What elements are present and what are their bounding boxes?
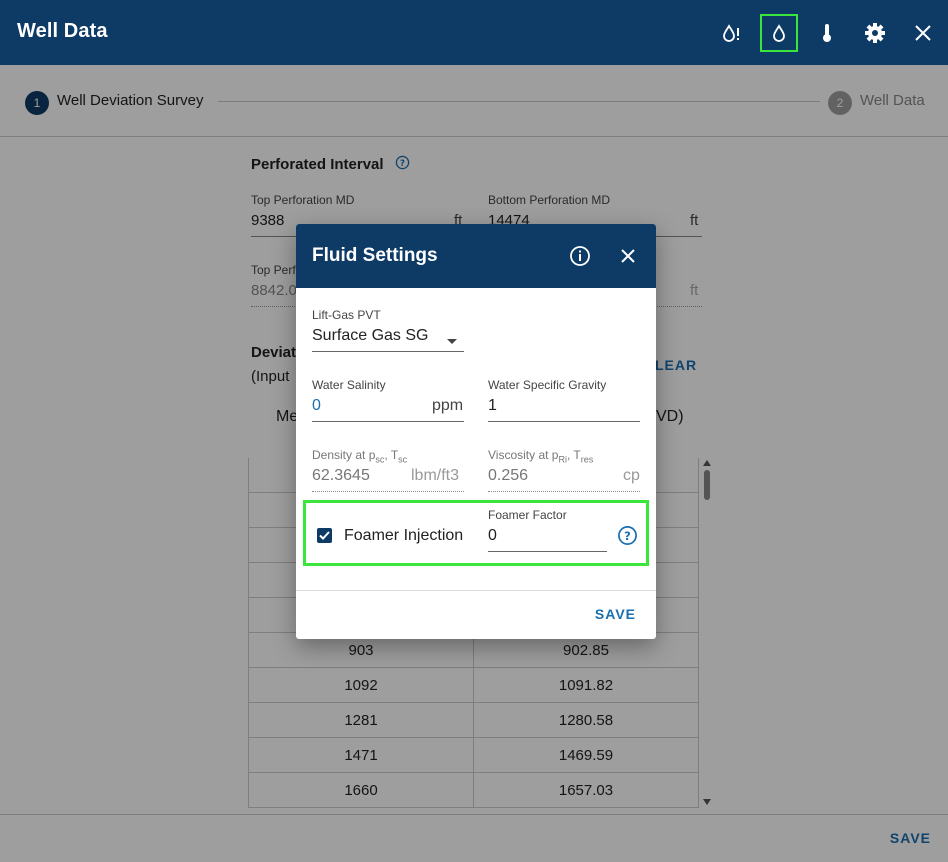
density-unit: lbm/ft3 xyxy=(411,467,460,484)
dialog-close-icon[interactable] xyxy=(616,244,640,268)
density-label: Density at psc, Tsc xyxy=(312,448,407,464)
viscosity-unit: cp xyxy=(623,467,640,484)
viscosity-label: Viscosity at pRi, Tres xyxy=(488,448,593,464)
foamer-factor-input[interactable]: 0 xyxy=(488,527,497,545)
lift-gas-pvt-label: Lift-Gas PVT xyxy=(312,308,381,322)
water-salinity-underline xyxy=(312,421,464,422)
viscosity-label-sub: Ri xyxy=(558,454,567,465)
gear-icon[interactable] xyxy=(856,14,894,52)
close-icon[interactable] xyxy=(904,14,942,52)
water-salinity-unit: ppm xyxy=(432,397,464,414)
viscosity-value: 0.256 xyxy=(488,467,529,484)
density-value: 62.3645 xyxy=(312,467,370,484)
foamer-injection-checkbox[interactable] xyxy=(317,528,332,543)
foamer-injection-label[interactable]: Foamer Injection xyxy=(344,527,463,545)
dialog-title: Fluid Settings xyxy=(312,245,438,266)
water-specific-gravity-input[interactable]: 1 xyxy=(488,397,497,415)
dialog-save-button[interactable]: SAVE xyxy=(595,606,636,622)
foamer-help-icon[interactable]: ? xyxy=(617,525,638,551)
density-label-text: Density at p xyxy=(312,448,376,462)
density-underline xyxy=(312,491,464,492)
info-icon[interactable] xyxy=(568,244,592,268)
water-salinity-label: Water Salinity xyxy=(312,378,386,392)
foamer-factor-underline xyxy=(488,551,607,552)
water-specific-gravity-label: Water Specific Gravity xyxy=(488,378,607,392)
density-label-mid: , T xyxy=(384,448,399,462)
lift-gas-pvt-underline xyxy=(312,351,464,352)
svg-text:?: ? xyxy=(624,529,631,543)
water-drop-icon[interactable] xyxy=(760,14,798,52)
water-salinity-input[interactable]: 0 xyxy=(312,397,321,415)
viscosity-label-sub: res xyxy=(580,454,594,465)
dialog-divider xyxy=(296,590,656,591)
viscosity-label-mid: , T xyxy=(566,448,581,462)
lift-gas-pvt-select[interactable]: Surface Gas SG xyxy=(312,327,429,345)
viscosity-label-text: Viscosity at p xyxy=(488,448,559,462)
oil-drop-alert-icon[interactable] xyxy=(712,14,750,52)
fluid-settings-dialog: Fluid Settings Lift-Gas PVT Surface Gas … xyxy=(296,224,656,639)
window-title: Well Data xyxy=(17,20,108,42)
dialog-header: Fluid Settings xyxy=(296,224,656,288)
thermometer-icon[interactable] xyxy=(808,14,846,52)
dropdown-arrow-icon[interactable] xyxy=(446,333,458,351)
foamer-factor-label: Foamer Factor xyxy=(488,508,567,522)
viscosity-underline xyxy=(488,491,640,492)
app-header: Well Data xyxy=(0,0,948,65)
density-label-sub: sc xyxy=(398,454,408,465)
water-specific-gravity-underline xyxy=(488,421,640,422)
